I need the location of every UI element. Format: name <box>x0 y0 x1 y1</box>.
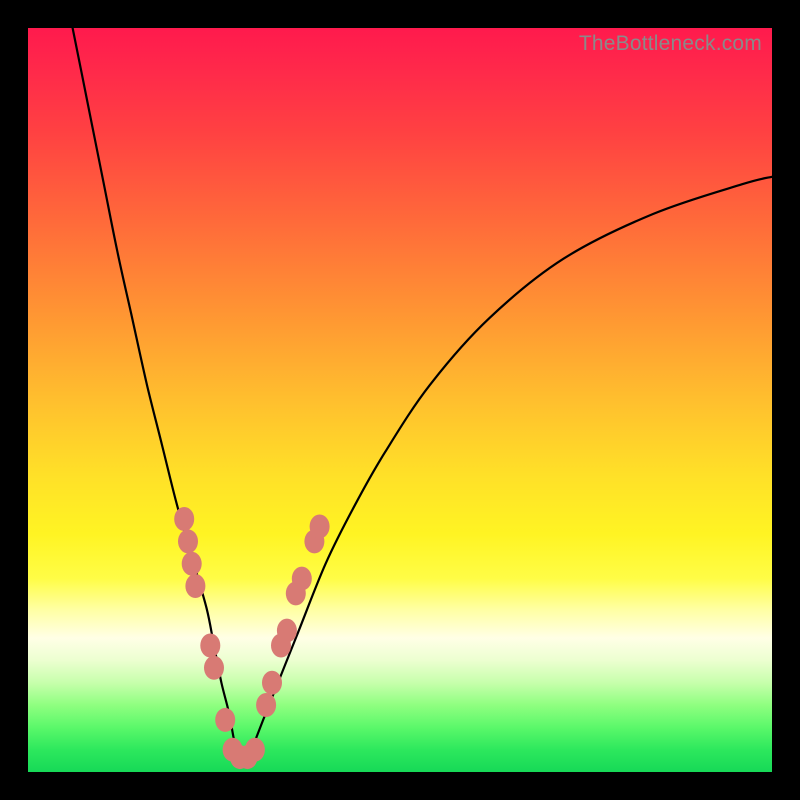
bottleneck-curve <box>73 28 772 757</box>
chart-svg <box>28 28 772 772</box>
curve-marker <box>174 507 194 531</box>
plot-area: TheBottleneck.com <box>28 28 772 772</box>
curve-marker <box>215 708 235 732</box>
curve-marker <box>178 529 198 553</box>
curve-marker <box>182 552 202 576</box>
curve-marker <box>245 738 265 762</box>
curve-marker <box>310 515 330 539</box>
curve-marker <box>256 693 276 717</box>
chart-frame: TheBottleneck.com <box>0 0 800 800</box>
marker-group <box>174 507 329 769</box>
curve-marker <box>277 619 297 643</box>
curve-marker <box>204 656 224 680</box>
curve-marker <box>262 671 282 695</box>
curve-marker <box>292 567 312 591</box>
curve-marker <box>200 634 220 658</box>
curve-marker <box>185 574 205 598</box>
